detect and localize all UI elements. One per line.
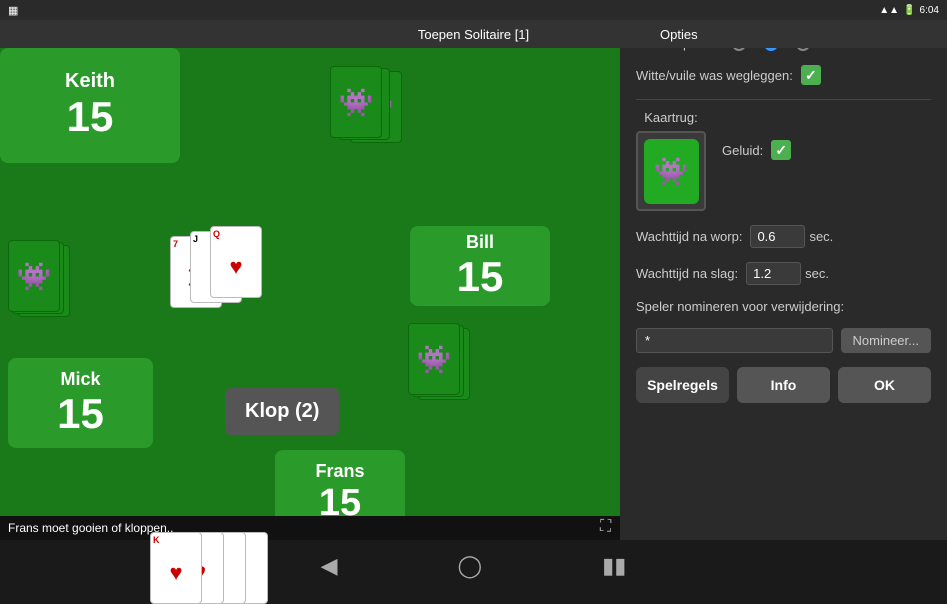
kaartrug-monster: 👾 — [644, 139, 699, 204]
kaartrug-label: Kaartrug: — [644, 110, 697, 125]
time-display: 6:04 — [920, 5, 939, 16]
home-button[interactable]: ◯ — [458, 553, 483, 579]
spelregels-button[interactable]: Spelregels — [636, 367, 729, 403]
geluid-label: Geluid: — [722, 143, 763, 158]
mick-score: 15 — [57, 390, 104, 438]
wachttijd-worp-row: Wachttijd na worp: sec. — [636, 225, 931, 248]
status-bar: ▦ ▲▲ 🔋 6:04 — [0, 0, 947, 20]
options-buttons: Spelregels Info OK — [636, 367, 931, 403]
keith-name: Keith — [65, 70, 115, 93]
wachttijd-slag-label: Wachttijd na slag: — [636, 266, 738, 281]
top-bar: Toepen Solitaire [1] Opties — [0, 20, 947, 48]
nomineer-button[interactable]: Nomineer... — [841, 328, 931, 353]
witte-vuile-checkbox[interactable] — [801, 65, 821, 85]
bill-card-0: 👾 — [408, 323, 460, 395]
keith-card-0: 👾 — [330, 66, 382, 138]
game-title: Toepen Solitaire [1] — [418, 27, 529, 42]
speler-nomineren-label: Speler nomineren voor verwijdering: — [636, 299, 844, 314]
keith-score: 15 — [67, 93, 114, 141]
kaartrug-box[interactable]: 👾 — [636, 131, 706, 211]
kaartrug-col: Kaartrug: 👾 — [636, 110, 706, 211]
bottom-status-bar: Frans moet gooien of kloppen.. — [0, 516, 620, 540]
center-card-q: Q ♥ — [210, 226, 262, 298]
bill-panel: Bill 15 — [410, 226, 550, 306]
ok-button[interactable]: OK — [838, 367, 931, 403]
wachttijd-slag-row: Wachttijd na slag: sec. — [636, 262, 931, 285]
witte-vuile-row: Witte/vuile was wegleggen: — [636, 65, 931, 85]
wachttijd-worp-input[interactable] — [750, 225, 805, 248]
bill-score: 15 — [457, 253, 504, 301]
nominate-input[interactable] — [636, 328, 833, 353]
klop-button[interactable]: Klop (2) — [225, 388, 339, 435]
signal-icon: ▲▲ — [879, 5, 899, 16]
keith-panel: Keith 15 — [0, 48, 180, 163]
wachttijd-worp-sec: sec. — [809, 229, 833, 244]
geluid-col: Geluid: — [722, 140, 791, 160]
divider — [636, 99, 931, 100]
witte-vuile-label: Witte/vuile was wegleggen: — [636, 68, 793, 83]
mick-panel: Mick 15 — [8, 358, 153, 448]
wachttijd-slag-input[interactable] — [746, 262, 801, 285]
game-area: Keith 15 👾 👾 👾 👾 👾 👾 Mick 15 — [0, 48, 620, 540]
recent-button[interactable]: ▮▮ — [602, 553, 626, 579]
wachttijd-worp-label: Wachttijd na worp: — [636, 229, 742, 244]
bill-name: Bill — [466, 232, 494, 253]
nav-bar: ◀ ◯ ▮▮ — [0, 540, 947, 592]
back-button[interactable]: ◀ — [321, 553, 338, 579]
kaartrug-geluid-row: Kaartrug: 👾 Geluid: — [636, 110, 931, 211]
battery-icon: 🔋 — [903, 5, 915, 16]
mick-card-0: 👾 — [8, 240, 60, 312]
options-title: Opties — [660, 27, 698, 42]
status-message: Frans moet gooien of kloppen.. — [8, 521, 173, 535]
center-cards: Q ♥ J ♠ 7 ♦ ♦♦ — [170, 226, 370, 396]
frans-name: Frans — [315, 461, 364, 482]
info-button[interactable]: Info — [737, 367, 830, 403]
frans-card-k: K ♥ — [150, 532, 202, 604]
speler-nomineren-row: Speler nomineren voor verwijdering: — [636, 299, 931, 314]
android-icon: ▦ — [8, 4, 18, 17]
geluid-checkbox[interactable] — [771, 140, 791, 160]
mick-name: Mick — [60, 369, 100, 390]
options-panel: Aantal spelers: 3 4 5 Witte/vuile was we… — [620, 20, 947, 540]
nominate-row: Nomineer... — [636, 328, 931, 353]
wachttijd-slag-sec: sec. — [805, 266, 829, 281]
